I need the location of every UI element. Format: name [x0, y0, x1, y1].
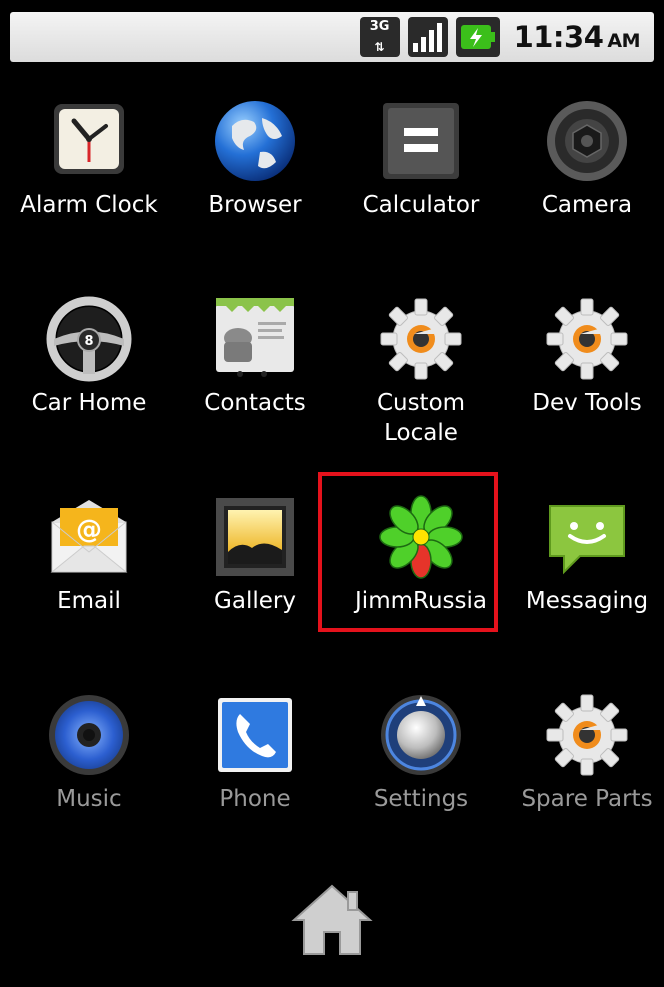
app-spare-parts[interactable]: Spare Parts: [498, 690, 664, 888]
app-settings[interactable]: Settings: [332, 690, 498, 888]
status-bar[interactable]: 3G ⇅ 11:34 AM: [10, 12, 654, 62]
app-label: Spare Parts: [521, 786, 653, 812]
app-phone[interactable]: Phone: [166, 690, 332, 888]
app-alarm-clock[interactable]: Alarm Clock: [0, 96, 166, 294]
app-label: Custom Locale: [376, 390, 466, 446]
svg-text:@: @: [76, 515, 102, 545]
app-label: Camera: [541, 192, 633, 218]
clock-ampm: AM: [607, 30, 640, 52]
svg-text:8: 8: [84, 334, 93, 349]
app-label: Phone: [219, 786, 291, 812]
app-dev-tools[interactable]: Dev Tools: [498, 294, 664, 492]
home-icon[interactable]: [288, 880, 376, 960]
app-label: Settings: [373, 786, 469, 812]
app-label: Messaging: [525, 588, 649, 614]
app-label: Email: [57, 588, 121, 614]
app-label: Dev Tools: [532, 390, 642, 416]
app-label: Calculator: [362, 192, 480, 218]
gear-icon: [542, 294, 632, 384]
status-icons: 3G ⇅ 11:34 AM: [359, 12, 641, 62]
gallery-icon: [210, 492, 300, 582]
app-label: Browser: [208, 192, 302, 218]
globe-icon: [210, 96, 300, 186]
app-email[interactable]: @ Email: [0, 492, 166, 690]
app-contacts[interactable]: Contacts: [166, 294, 332, 492]
app-custom-locale[interactable]: Custom Locale: [332, 294, 498, 492]
app-label: Alarm Clock: [20, 192, 158, 218]
app-row: Alarm Clock Browser Calculator Camera: [0, 96, 664, 294]
app-drawer: 3G ⇅ 11:34 AM Alarm Clock Browser Calcul…: [0, 0, 664, 987]
battery-charging-icon: [455, 17, 500, 57]
calculator-icon: [376, 96, 466, 186]
speaker-icon: [44, 690, 134, 780]
app-row: 8 Car Home Contacts Custom Locale Dev To…: [0, 294, 664, 492]
app-music[interactable]: Music: [0, 690, 166, 888]
contacts-icon: [210, 294, 300, 384]
app-browser[interactable]: Browser: [166, 96, 332, 294]
network-3g-icon: 3G ⇅: [359, 17, 400, 57]
status-clock: 11:34 AM: [513, 20, 641, 54]
gear-icon: [542, 690, 632, 780]
phone-icon: [210, 690, 300, 780]
settings-knob-icon: [376, 690, 466, 780]
steering-wheel-icon: 8: [44, 294, 134, 384]
app-camera[interactable]: Camera: [498, 96, 664, 294]
app-label: Car Home: [31, 390, 147, 416]
signal-strength-icon: [407, 17, 448, 57]
clock-time: 11:34: [513, 20, 604, 54]
app-calculator[interactable]: Calculator: [332, 96, 498, 294]
selection-highlight: [318, 472, 498, 632]
alarm-clock-icon: [44, 96, 134, 186]
data-arrows-icon: ⇅: [374, 40, 385, 54]
app-gallery[interactable]: Gallery: [166, 492, 332, 690]
email-icon: @: [44, 492, 134, 582]
app-car-home[interactable]: 8 Car Home: [0, 294, 166, 492]
app-label: Gallery: [214, 588, 296, 614]
app-messaging[interactable]: Messaging: [498, 492, 664, 690]
app-row: Music Phone Settings Spare Parts: [0, 690, 664, 888]
camera-icon: [542, 96, 632, 186]
app-label: Contacts: [204, 390, 306, 416]
app-label: Music: [56, 786, 122, 812]
network-type-label: 3G: [369, 19, 390, 34]
gear-icon: [376, 294, 466, 384]
messaging-icon: [542, 492, 632, 582]
